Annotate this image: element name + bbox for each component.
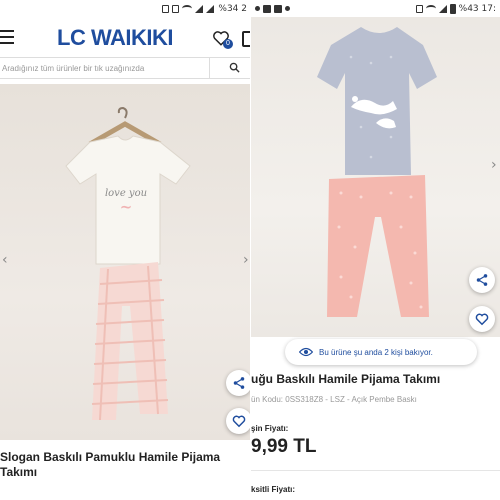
status-bar: %43 17: [251,0,500,17]
signal-icon [195,4,204,13]
price-label: şin Fiyatı: [251,424,289,433]
app-notification-icon [263,4,271,13]
signal-icon-2 [206,4,215,13]
product-image[interactable]: love you ~ ‹ › [0,84,251,440]
notification-icon [255,6,260,11]
vibrate-icon [172,4,180,13]
menu-icon[interactable] [0,30,14,44]
next-image-icon[interactable]: › [243,252,249,268]
app-notification-icon-2 [274,4,282,13]
viewers-text: Bu ürüne şu anda 2 kişi bakıyor. [319,347,433,357]
status-icons-left [255,4,290,13]
app-header: LC WAIKIKI 0 [0,17,251,59]
search-input[interactable] [0,58,210,78]
notification-icon [162,4,170,13]
favorite-button[interactable] [469,306,495,332]
search-bar [0,57,251,79]
eye-icon [299,347,313,357]
next-image-icon[interactable]: › [491,157,497,173]
battery-time-text: %43 17: [458,3,496,14]
more-notifications-icon [285,6,290,11]
product-image[interactable]: › [251,17,500,337]
wifi-icon [182,5,193,12]
product-title: uğu Baskılı Hamile Pijama Takımı [251,372,441,386]
price: 9,99 TL [251,436,317,457]
share-icon [233,377,245,389]
pajama-illustration: love you ~ [65,106,191,421]
wishlist-count-badge: 0 [223,39,233,49]
heart-icon [475,313,489,326]
status-icons-right: %43 17: [415,3,496,14]
status-icons [162,4,215,13]
favorite-button[interactable] [226,408,251,434]
heart-icon [232,415,246,428]
separator [251,470,500,471]
vibrate-icon [415,4,423,13]
right-screenshot: › %43 17: Bu ürüne şu anda 2 kişi bakıyo… [251,0,500,500]
brand-logo[interactable]: LC WAIKIKI [57,25,174,51]
prev-image-icon[interactable]: ‹ [2,252,8,268]
share-button[interactable] [469,267,495,293]
share-button[interactable] [226,370,251,396]
discount-price-label: ksitli Fiyatı: [251,485,296,494]
pajama-illustration [317,27,437,317]
product-title: Slogan Baskılı Pamuklu Hamile Pijama Tak… [0,450,221,479]
tshirt-print-accent: ~ [120,198,133,216]
wifi-icon [425,5,436,12]
status-bar: %34 2 [0,0,251,17]
search-icon[interactable] [229,62,240,73]
battery-time-text: %34 2 [218,3,247,14]
viewers-notice: Bu ürüne şu anda 2 kişi bakıyor. [285,339,477,365]
product-code: ün Kodu: 0SS318Z8 - LSZ - Açık Pembe Bas… [251,395,417,404]
signal-icon [438,4,447,13]
battery-icon [449,3,456,14]
left-screenshot: %34 2 LC WAIKIKI 0 love you ~ [0,0,251,500]
share-icon [476,274,488,286]
